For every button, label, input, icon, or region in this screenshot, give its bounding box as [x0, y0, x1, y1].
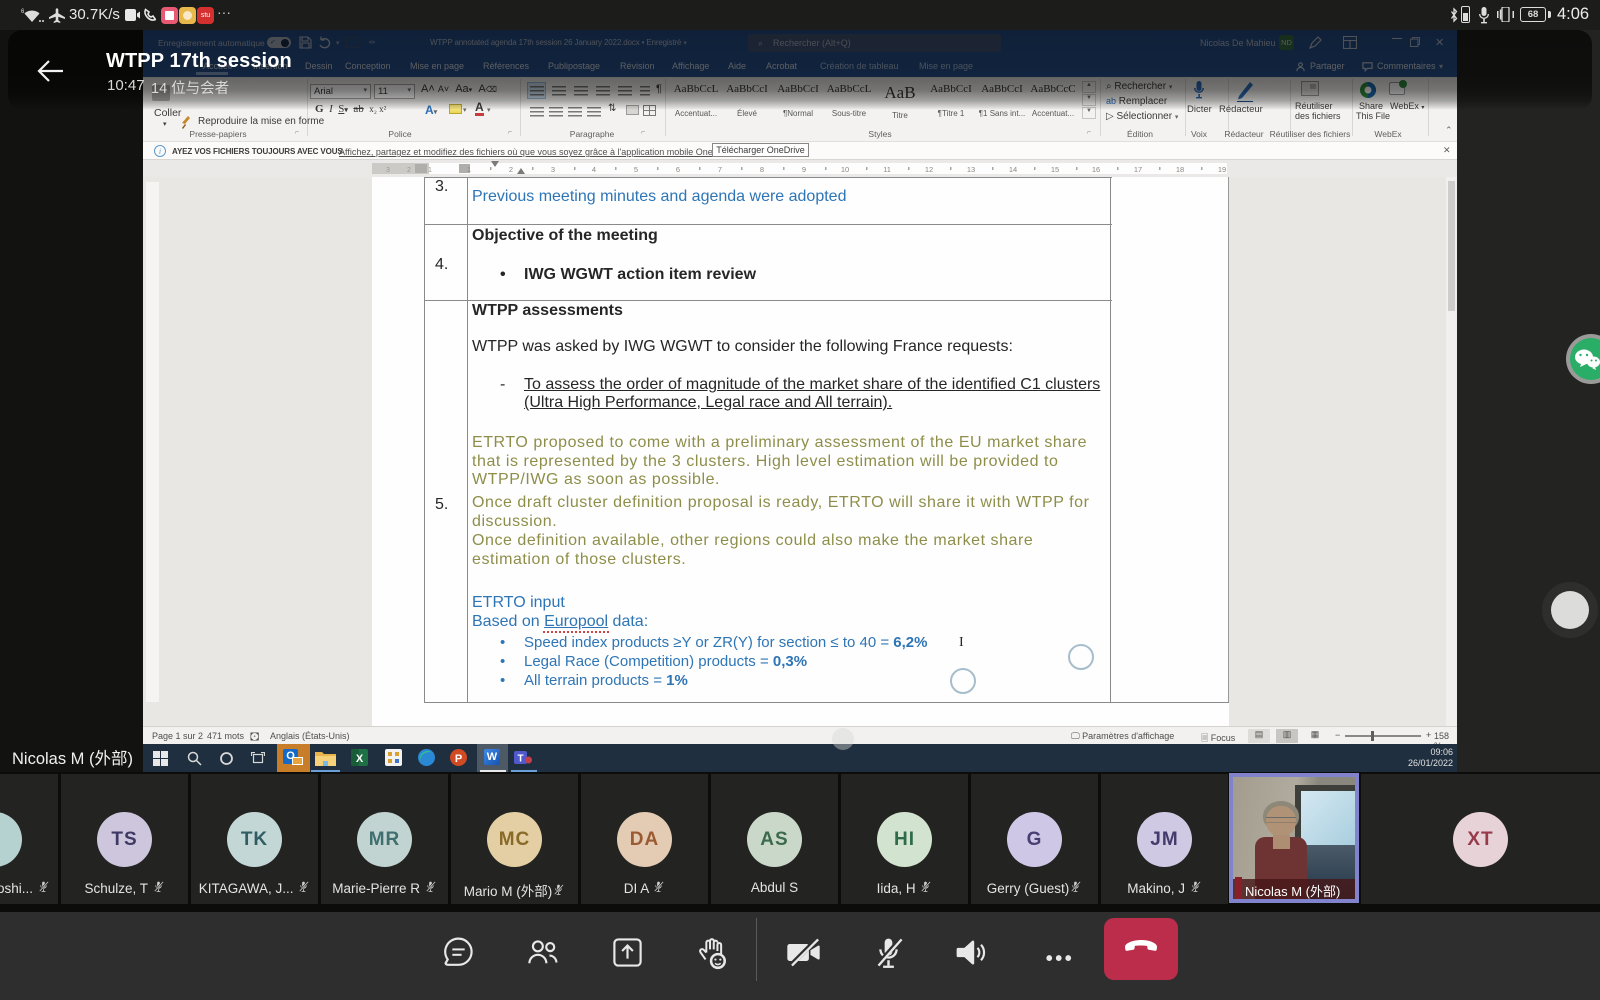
svg-text:11: 11 [883, 165, 891, 174]
svg-text:X: X [356, 753, 364, 765]
svg-text:13: 13 [967, 165, 975, 174]
svg-text:12: 12 [925, 165, 933, 174]
svg-text:3: 3 [551, 165, 555, 174]
svg-text:16: 16 [1092, 165, 1100, 174]
svg-text:P: P [455, 753, 462, 765]
svg-text:7: 7 [718, 165, 722, 174]
svg-text:1: 1 [467, 165, 471, 174]
svg-text:5: 5 [634, 165, 638, 174]
svg-text:17: 17 [1134, 165, 1142, 174]
svg-text:1: 1 [428, 167, 432, 174]
svg-text:6: 6 [676, 165, 680, 174]
svg-text:4: 4 [592, 165, 596, 174]
svg-text:14: 14 [1009, 165, 1017, 174]
svg-text:10: 10 [841, 165, 849, 174]
svg-text:19: 19 [1218, 165, 1226, 174]
svg-text:9: 9 [802, 165, 806, 174]
svg-text:2: 2 [407, 167, 411, 174]
svg-text:3: 3 [386, 167, 390, 174]
svg-text:2: 2 [509, 165, 513, 174]
svg-text:18: 18 [1176, 165, 1184, 174]
svg-text:6: 6 [21, 9, 25, 15]
svg-text:15: 15 [1051, 165, 1059, 174]
svg-text:8: 8 [760, 165, 764, 174]
svg-text:T: T [517, 754, 523, 765]
